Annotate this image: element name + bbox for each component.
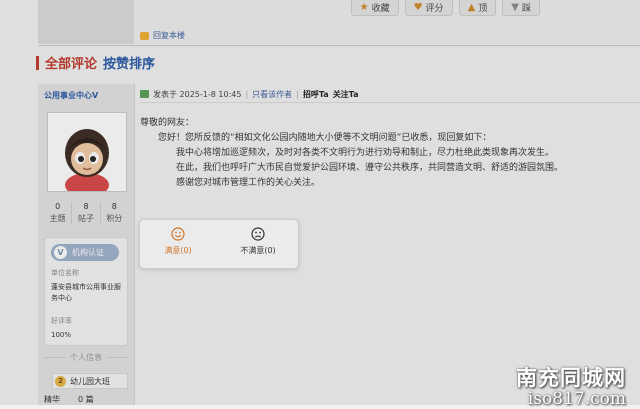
rate-button[interactable]: ♥ 评分 [404, 0, 453, 16]
user-level-text: 幼儿园大班 [70, 376, 110, 386]
arrow-down-icon: ▼ [511, 2, 519, 13]
personal-info-label: 个人信息 [70, 353, 102, 362]
stat-threads-label: 主题 [49, 214, 66, 223]
rating-value: 100% [51, 331, 72, 339]
frown-icon [251, 227, 265, 241]
satisfied-button[interactable]: 满意(0) [148, 227, 208, 256]
unsatisfied-button[interactable]: 不满意(0) [228, 227, 288, 256]
post-meta-bar: 发表于 2025-1-8 10:45 | 只看该作者 | 招呼Ta 关注Ta [140, 86, 640, 103]
post-line: 在此，我们也呼吁广大市民自觉爱护公园环境、遵守公共秩序，共同营造文明、舒适的游园… [176, 163, 564, 173]
favorite-label: 收藏 [371, 4, 390, 14]
satisfaction-rating-box: 满意(0) 不满意(0) [139, 219, 299, 269]
watermark-cn: 南充同城网 [516, 365, 626, 390]
up-label: 顶 [478, 4, 488, 14]
verify-label: 机构认证 [72, 248, 104, 257]
arrow-up-icon: ▲ [467, 2, 476, 13]
user-level-badge: 2 幼儿园大班 [52, 373, 128, 389]
up-button[interactable]: ▲ 顶 [458, 0, 497, 16]
follow-link[interactable]: 关注Ta [333, 89, 359, 100]
stat-posts-label: 帖子 [77, 214, 94, 223]
stat-threads-value: 0 [55, 202, 61, 211]
stat-points-label: 积分 [106, 214, 123, 223]
post-content: 尊敬的网友： 您好！您所反馈的“相如文化公园内随地大小便等不文明问题”已收悉，现… [140, 116, 610, 191]
verify-badge-button[interactable]: V 机构认证 [51, 244, 119, 261]
unit-name-value: 蓬安县城市公用事业服务中心 [51, 283, 121, 302]
stat-threads[interactable]: 0 主题 [44, 202, 73, 224]
post-line: 您好！您所反馈的“相如文化公园内随地大小便等不文明问题”已收悉，现回复如下： [158, 133, 492, 143]
down-button[interactable]: ▼ 踩 [502, 0, 540, 16]
satisfied-label: 满意(0) [164, 246, 192, 255]
watermark-en: iso817.com [527, 389, 626, 409]
stat-posts[interactable]: 8 帖子 [72, 202, 101, 224]
post-salutation: 尊敬的网友： [140, 118, 195, 128]
stat-posts-value: 8 [83, 202, 89, 211]
heading-accent-bar [36, 55, 39, 70]
stat-points-value: 8 [111, 202, 117, 211]
post-icon [140, 90, 149, 98]
reply-floor-link[interactable]: 回复本楼 [140, 30, 185, 41]
essence-row: 精华 0 篇 [44, 394, 94, 405]
divider [38, 45, 640, 46]
user-profile-column: 公用事业中心V 0 主题 8 帖子 8 积分 V 机构认证 单位名称 蓬安县城市… [38, 84, 135, 405]
reply-floor-label: 回复本楼 [153, 31, 185, 40]
comments-heading: 全部评论 按赞排序 [36, 53, 155, 72]
essence-label: 精华 [44, 395, 60, 404]
divider-line-left [44, 357, 66, 358]
personal-info-divider: 个人信息 [44, 352, 128, 363]
tab-all-comments[interactable]: 全部评论 [45, 53, 97, 72]
reply-icon [140, 31, 149, 40]
verified-icon: V [54, 246, 67, 259]
post-timestamp: 发表于 2025-1-8 10:45 [153, 89, 242, 99]
star-icon: ★ [359, 2, 369, 13]
essence-value: 0 篇 [78, 395, 94, 404]
favorite-button[interactable]: ★ 收藏 [350, 0, 399, 16]
stat-points[interactable]: 8 积分 [101, 202, 128, 224]
verification-card: V 机构认证 单位名称 蓬安县城市公用事业服务中心 好评率 100% [44, 237, 128, 346]
meta-separator: | [296, 89, 299, 99]
greet-link[interactable]: 招呼Ta [303, 89, 329, 100]
post-line: 我中心将增加巡逻频次，及时对各类不文明行为进行劝导和制止，尽力杜绝此类现象再次发… [176, 148, 555, 158]
unit-name-label: 单位名称 [51, 269, 79, 277]
down-label: 踩 [521, 4, 531, 14]
top-left-panel [38, 0, 134, 44]
only-author-link[interactable]: 只看该作者 [252, 89, 292, 100]
divider-line-right [106, 357, 128, 358]
meta-separator: | [245, 89, 249, 99]
user-stats: 0 主题 8 帖子 8 积分 [44, 202, 128, 224]
rating-label: 好评率 [51, 317, 72, 325]
site-watermark: 南充同城网 iso817.com [516, 362, 626, 409]
rate-label: 评分 [425, 4, 444, 14]
username-link[interactable]: 公用事业中心V [44, 90, 98, 101]
post-actions: ★ 收藏 ♥ 评分 ▲ 顶 ▼ 踩 [350, 0, 540, 16]
tab-sort-by-likes[interactable]: 按赞排序 [103, 53, 155, 72]
smile-icon [171, 227, 185, 241]
unsatisfied-label: 不满意(0) [240, 246, 276, 255]
avatar[interactable] [47, 112, 127, 197]
thumb-icon: ♥ [413, 2, 423, 13]
post-footer-bar: ★ 收藏 ♥ 评分 ▲ 顶 ▼ 踩 [134, 0, 640, 44]
post-line: 感谢您对城市管理工作的关心关注。 [176, 178, 321, 188]
level-icon: 2 [55, 375, 66, 387]
